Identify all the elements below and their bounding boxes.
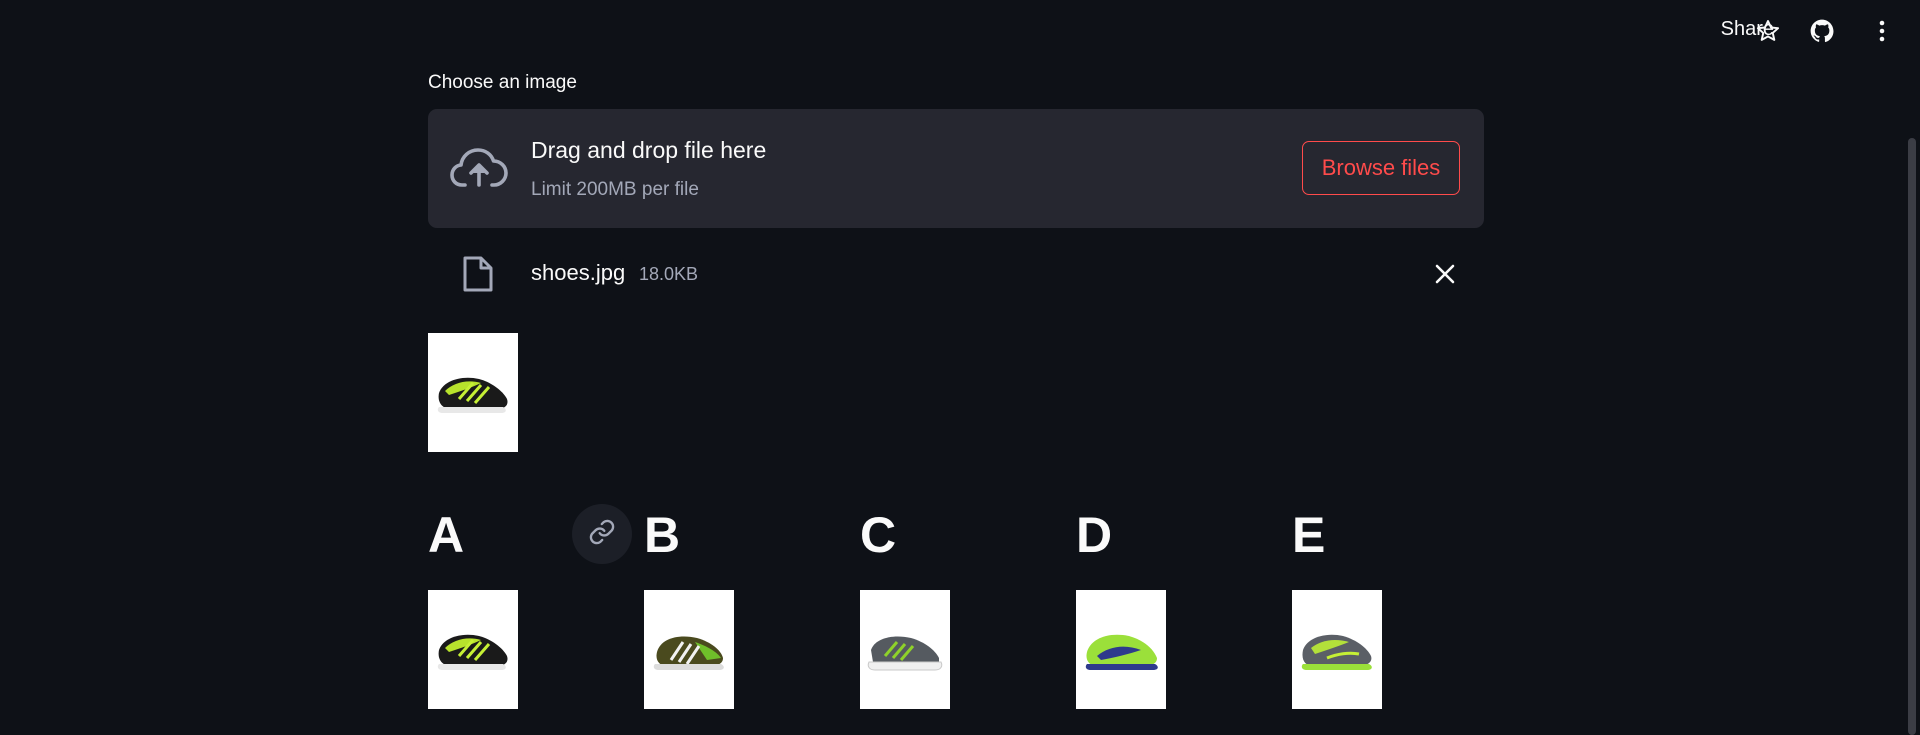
uploader-label: Choose an image	[428, 72, 577, 93]
file-icon	[462, 255, 494, 298]
result-image-e	[1292, 590, 1382, 709]
column-e-label: E	[1292, 507, 1326, 563]
file-dropzone[interactable]: Drag and drop file here Limit 200MB per …	[428, 109, 1484, 228]
scrollbar[interactable]	[1908, 138, 1916, 735]
column-d-label: D	[1076, 507, 1113, 563]
uploaded-file-row: shoes.jpg 18.0KB	[428, 250, 1484, 300]
result-image-a	[428, 590, 518, 709]
browse-files-button[interactable]: Browse files	[1302, 141, 1460, 195]
cloud-upload-icon	[450, 147, 508, 194]
column-a-label: A	[428, 507, 465, 563]
uploaded-image-preview	[428, 333, 518, 452]
kebab-menu-icon[interactable]	[1868, 17, 1896, 45]
close-icon[interactable]	[1432, 261, 1458, 287]
dropzone-limit: Limit 200MB per file	[531, 179, 699, 200]
link-icon	[588, 518, 616, 551]
star-icon[interactable]	[1754, 17, 1782, 45]
file-name: shoes.jpg	[531, 260, 626, 285]
anchor-link-button[interactable]	[572, 504, 632, 564]
column-b-label: B	[644, 507, 681, 563]
result-image-d	[1076, 590, 1166, 709]
github-icon[interactable]	[1808, 17, 1836, 45]
dropzone-title: Drag and drop file here	[531, 137, 767, 163]
result-image-c	[860, 590, 950, 709]
result-image-b	[644, 590, 734, 709]
column-c-label: C	[860, 507, 897, 563]
file-size: 18.0KB	[639, 264, 699, 284]
